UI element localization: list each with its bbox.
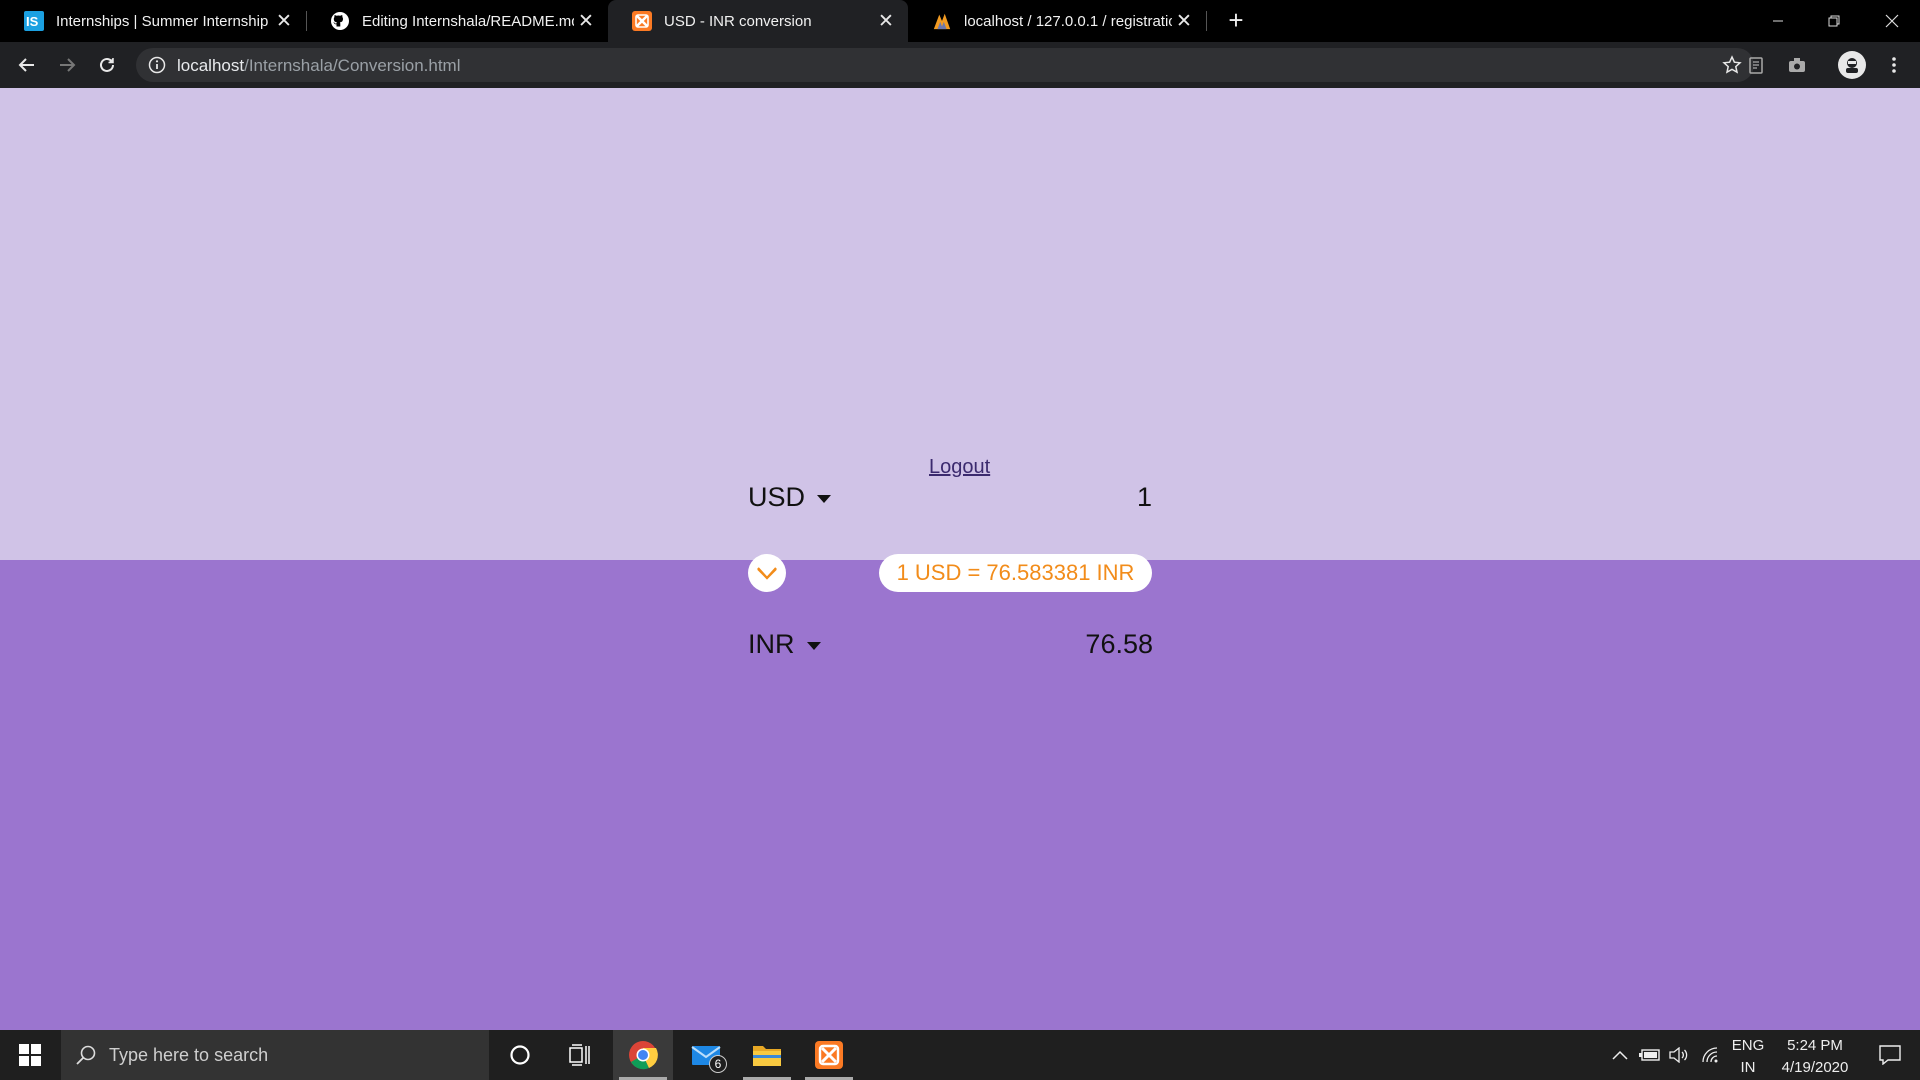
- browser-toolbar: localhost/Internshala/Conversion.html: [0, 42, 1920, 88]
- notification-icon: [1879, 1045, 1901, 1065]
- upper-panel: [0, 88, 1920, 560]
- battery-icon: [1639, 1049, 1660, 1061]
- tab-title: Editing Internshala/README.md: [362, 12, 574, 30]
- address-bar[interactable]: localhost/Internshala/Conversion.html: [136, 48, 1754, 82]
- battery-tray-button[interactable]: [1636, 1030, 1664, 1080]
- tab-github-readme[interactable]: Editing Internshala/README.md ✕: [306, 0, 608, 42]
- caret-down-icon: [806, 641, 821, 650]
- info-icon[interactable]: [148, 56, 166, 74]
- taskbar-chrome[interactable]: [613, 1030, 673, 1080]
- close-icon[interactable]: ✕: [574, 9, 598, 33]
- back-button[interactable]: [12, 50, 42, 80]
- extension-document-icon[interactable]: [1746, 55, 1766, 75]
- search-icon: [76, 1045, 96, 1065]
- new-tab-button[interactable]: +: [1222, 7, 1250, 35]
- mail-count-badge: 6: [709, 1055, 727, 1073]
- folder-icon: [753, 1046, 781, 1066]
- reload-icon: [100, 57, 114, 72]
- swap-icon: [757, 567, 777, 580]
- profile-icon: [1846, 58, 1858, 73]
- tab-title: localhost / 127.0.0.1 / registration: [964, 12, 1172, 30]
- url-path: /Internshala/Conversion.html: [244, 56, 461, 75]
- tab-separator: [1206, 11, 1207, 31]
- taskbar-xampp[interactable]: [799, 1030, 859, 1080]
- to-amount-output[interactable]: 76.58: [1000, 629, 1153, 660]
- cortana-circle-icon: [510, 1045, 530, 1065]
- github-icon: [330, 11, 350, 31]
- taskbar-mail[interactable]: 6: [677, 1030, 737, 1080]
- tab-usd-inr-conversion[interactable]: USD - INR conversion ✕: [608, 0, 908, 42]
- tab-strip: IS Internships | Summer Internship ✕ Edi…: [0, 0, 1920, 42]
- xampp-icon: [815, 1041, 843, 1069]
- reload-button[interactable]: [92, 50, 122, 80]
- network-tray-button[interactable]: [1696, 1030, 1726, 1080]
- page-content: Logout USD 1 1 USD = 76.583381 INR INR 7…: [0, 88, 1920, 1030]
- restore-icon: [1828, 15, 1840, 27]
- start-button[interactable]: [0, 1030, 60, 1080]
- to-currency-label: INR: [748, 629, 795, 659]
- tab-phpmyadmin[interactable]: localhost / 127.0.0.1 / registration ✕: [908, 0, 1206, 42]
- to-currency-select[interactable]: INR: [748, 629, 821, 660]
- windows-taskbar: Type here to search 6 ENG IN 5:24 PM 4/1…: [0, 1030, 1920, 1080]
- clock[interactable]: 5:24 PM 4/19/2020: [1770, 1035, 1860, 1079]
- clock-time: 5:24 PM: [1787, 1037, 1843, 1054]
- clock-date: 4/19/2020: [1781, 1059, 1849, 1076]
- chevron-up-icon: [1612, 1050, 1628, 1060]
- volume-tray-button[interactable]: [1664, 1030, 1692, 1080]
- input-language-indicator[interactable]: ENG IN: [1726, 1035, 1770, 1079]
- bookmark-star-icon[interactable]: [1722, 55, 1742, 75]
- chrome-icon: [629, 1041, 658, 1070]
- tab-title: Internships | Summer Internship: [56, 12, 269, 30]
- back-arrow-icon: [18, 58, 34, 72]
- close-icon[interactable]: ✕: [874, 9, 898, 33]
- menu-kebab-icon[interactable]: [1884, 55, 1904, 75]
- taskbar-file-explorer[interactable]: [737, 1030, 797, 1080]
- forward-button[interactable]: [52, 50, 82, 80]
- url-text: localhost/Internshala/Conversion.html: [177, 56, 461, 76]
- minimize-icon: [1773, 20, 1783, 22]
- minimize-button[interactable]: [1750, 0, 1806, 42]
- xampp-icon: [632, 11, 652, 31]
- search-placeholder: Type here to search: [109, 1044, 269, 1065]
- wifi-icon: [1702, 1047, 1718, 1063]
- phpmyadmin-icon: [932, 11, 952, 31]
- restore-button[interactable]: [1806, 0, 1862, 42]
- task-view-button[interactable]: [550, 1030, 610, 1080]
- action-center-button[interactable]: [1860, 1030, 1920, 1080]
- close-window-button[interactable]: [1864, 0, 1920, 42]
- close-icon[interactable]: ✕: [272, 9, 296, 33]
- camera-icon[interactable]: [1787, 55, 1807, 75]
- logout-link[interactable]: Logout: [929, 456, 990, 479]
- close-icon[interactable]: ✕: [1172, 9, 1196, 33]
- language-code: ENG: [1731, 1037, 1765, 1054]
- show-hidden-icons-button[interactable]: [1607, 1030, 1633, 1080]
- region-code: IN: [1740, 1059, 1756, 1076]
- from-currency-label: USD: [748, 482, 806, 512]
- svg-text:IS: IS: [26, 14, 39, 29]
- from-amount-input[interactable]: 1: [1040, 482, 1152, 513]
- cortana-button[interactable]: [490, 1030, 550, 1080]
- swap-currencies-button[interactable]: [748, 554, 786, 592]
- tab-internships[interactable]: IS Internships | Summer Internship ✕: [0, 0, 306, 42]
- forward-arrow-icon: [60, 58, 76, 72]
- close-window-icon: [1885, 14, 1899, 28]
- from-currency-select[interactable]: USD: [748, 482, 832, 513]
- windows-logo-icon: [19, 1044, 41, 1066]
- caret-down-icon: [817, 494, 832, 503]
- internshala-icon: IS: [24, 11, 44, 31]
- url-host: localhost: [177, 56, 245, 75]
- exchange-rate-pill: 1 USD = 76.583381 INR: [879, 554, 1152, 592]
- tab-title: USD - INR conversion: [664, 12, 812, 30]
- task-view-icon: [569, 1044, 590, 1066]
- profile-avatar[interactable]: [1838, 51, 1866, 79]
- speaker-icon: [1669, 1047, 1688, 1063]
- taskbar-search-box[interactable]: Type here to search: [61, 1030, 489, 1080]
